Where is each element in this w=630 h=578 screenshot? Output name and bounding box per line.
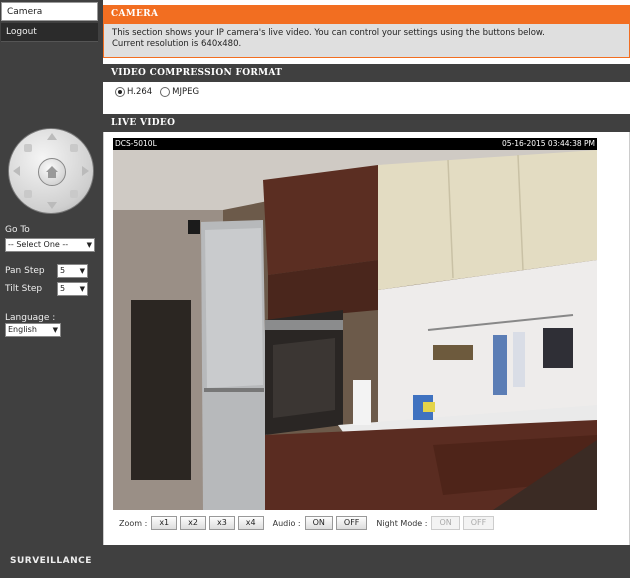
home-icon [46,166,58,178]
pan-step-label: Pan Step [5,266,45,276]
radio-h264[interactable] [115,87,125,97]
zoom-x3-button[interactable]: x3 [208,516,235,530]
pan-step-value: 5 [60,266,66,275]
zoom-label: Zoom : [119,518,148,528]
language-label: Language : [5,313,56,323]
video-frame-image [113,150,597,510]
goto-select-value: -- Select One -- [8,240,69,249]
camera-description-line2: Current resolution is 640x480. [112,39,242,49]
tilt-step-label: Tilt Step [5,284,43,294]
pan-right-arrow-icon[interactable] [82,166,89,176]
camera-description-line1: This section shows your IP camera's live… [112,28,545,38]
main-content: CAMERA This section shows your IP camera… [103,0,630,545]
home-button[interactable] [38,158,66,186]
audio-label: Audio : [272,518,301,528]
camera-section-title: CAMERA [103,5,630,23]
zoom-x2-button[interactable]: x2 [180,516,206,530]
audio-on-button[interactable]: ON [304,516,333,530]
pan-down-right-button[interactable] [70,190,78,198]
brand-logo: SURVEILLANCE [10,556,92,566]
chevron-down-icon: ▼ [79,285,85,293]
night-mode-off-button[interactable]: OFF [462,516,495,530]
sidebar: Camera Logout Go To -- Select One -- ▼ P… [0,0,99,545]
night-mode-on-button[interactable]: ON [431,516,460,530]
video-timestamp: 05-16-2015 03:44:38 PM [501,139,595,148]
camera-name: DCS-5010L [115,139,157,148]
tilt-step-value: 5 [60,284,66,293]
codec-option-label: H.264 [127,87,153,97]
radio-mjpeg[interactable] [160,87,171,97]
codec-option-h264[interactable]: H.264 [115,87,152,97]
pan-up-left-button[interactable] [24,144,32,152]
audio-off-button[interactable]: OFF [335,516,368,530]
pan-left-arrow-icon[interactable] [13,166,20,176]
tab-camera[interactable]: Camera [1,2,98,21]
app-frame: Camera Logout Go To -- Select One -- ▼ P… [0,0,630,578]
live-video-feed[interactable] [113,150,597,510]
pan-down-arrow-icon[interactable] [47,202,57,209]
chevron-down-icon: ▼ [79,267,85,275]
video-controls: Zoom : x1 x2 x3 x4 Audio : ON OFF Night … [117,516,497,530]
tab-logout[interactable]: Logout [1,23,98,42]
ptz-control-pad [8,128,94,214]
goto-label: Go To [5,225,30,235]
chevron-down-icon: ▼ [52,326,58,334]
language-select[interactable]: English ▼ [5,323,61,337]
pan-step-select[interactable]: 5 ▼ [57,264,88,278]
camera-description: This section shows your IP camera's live… [103,23,630,58]
pan-up-arrow-icon[interactable] [47,133,57,140]
zoom-x1-button[interactable]: x1 [151,516,178,530]
video-header: DCS-5010L 05-16-2015 03:44:38 PM [113,138,597,150]
compression-options: H.264 MJPEG [115,87,207,97]
chevron-down-icon: ▼ [86,241,92,249]
codec-option-mjpeg[interactable]: MJPEG [160,87,199,97]
pan-up-right-button[interactable] [70,144,78,152]
codec-option-label: MJPEG [172,87,200,97]
goto-select[interactable]: -- Select One -- ▼ [5,238,95,252]
tilt-step-select[interactable]: 5 ▼ [57,282,88,296]
language-value: English [8,325,37,334]
night-mode-label: Night Mode : [376,518,428,528]
live-video-section-title: LIVE VIDEO [103,114,630,132]
compression-section-title: VIDEO COMPRESSION FORMAT [103,64,630,82]
footer: SURVEILLANCE [0,545,630,578]
pan-down-left-button[interactable] [24,190,32,198]
zoom-x4-button[interactable]: x4 [237,516,264,530]
